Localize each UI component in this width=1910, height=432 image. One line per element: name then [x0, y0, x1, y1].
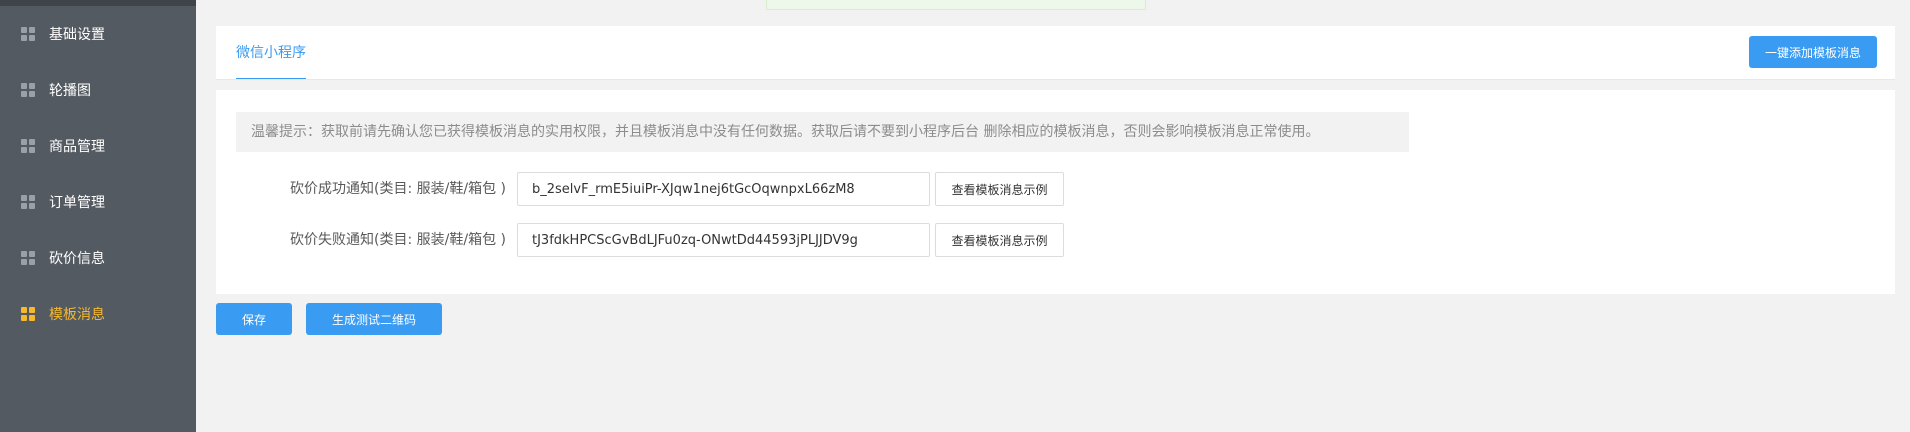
tab-wechat-miniprogram[interactable]: 微信小程序	[236, 26, 306, 80]
sidebar-item-label: 模板消息	[49, 307, 105, 323]
sidebar-item-bargain-info[interactable]: 砍价信息	[0, 230, 196, 286]
header-card: 微信小程序 一键添加模板消息	[216, 26, 1895, 80]
bargain-success-template-id-input[interactable]	[517, 172, 930, 206]
sidebar-item-orders[interactable]: 订单管理	[0, 174, 196, 230]
field-label: 砍价成功通知(类目: 服装/鞋/箱包 )	[290, 181, 506, 197]
sidebar-item-products[interactable]: 商品管理	[0, 118, 196, 174]
form-row-bargain-fail: 砍价失败通知(类目: 服装/鞋/箱包 ) 查看模板消息示例	[216, 223, 1116, 257]
grid-icon	[21, 27, 35, 41]
sidebar-item-label: 基础设置	[49, 27, 105, 43]
grid-icon	[21, 251, 35, 265]
grid-icon	[21, 307, 35, 321]
grid-icon	[21, 195, 35, 209]
warm-tip: 温馨提示：获取前请先确认您已获得模板消息的实用权限，并且模板消息中没有任何数据。…	[236, 112, 1409, 152]
bargain-fail-template-id-input[interactable]	[517, 223, 930, 257]
form-row-bargain-success: 砍价成功通知(类目: 服装/鞋/箱包 ) 查看模板消息示例	[216, 172, 1116, 206]
top-notice	[766, 0, 1146, 10]
sidebar: 基础设置 轮播图 商品管理 订单管理 砍价信息 模板消息	[0, 0, 196, 432]
header-divider	[216, 79, 1895, 80]
add-template-button[interactable]: 一键添加模板消息	[1749, 36, 1877, 68]
sidebar-item-label: 商品管理	[49, 139, 105, 155]
view-example-button[interactable]: 查看模板消息示例	[935, 223, 1064, 257]
sidebar-item-label: 轮播图	[49, 83, 91, 99]
field-label: 砍价失败通知(类目: 服装/鞋/箱包 )	[290, 232, 506, 248]
view-example-button[interactable]: 查看模板消息示例	[935, 172, 1064, 206]
generate-test-qrcode-button[interactable]: 生成测试二维码	[306, 303, 442, 335]
sidebar-item-label: 砍价信息	[49, 251, 105, 267]
grid-icon	[21, 83, 35, 97]
sidebar-item-label: 订单管理	[49, 195, 105, 211]
grid-icon	[21, 139, 35, 153]
save-button[interactable]: 保存	[216, 303, 292, 335]
sidebar-item-carousel[interactable]: 轮播图	[0, 62, 196, 118]
sidebar-item-basic-settings[interactable]: 基础设置	[0, 6, 196, 62]
sidebar-item-template-messages[interactable]: 模板消息	[0, 286, 196, 342]
content-card: 温馨提示：获取前请先确认您已获得模板消息的实用权限，并且模板消息中没有任何数据。…	[216, 90, 1895, 294]
